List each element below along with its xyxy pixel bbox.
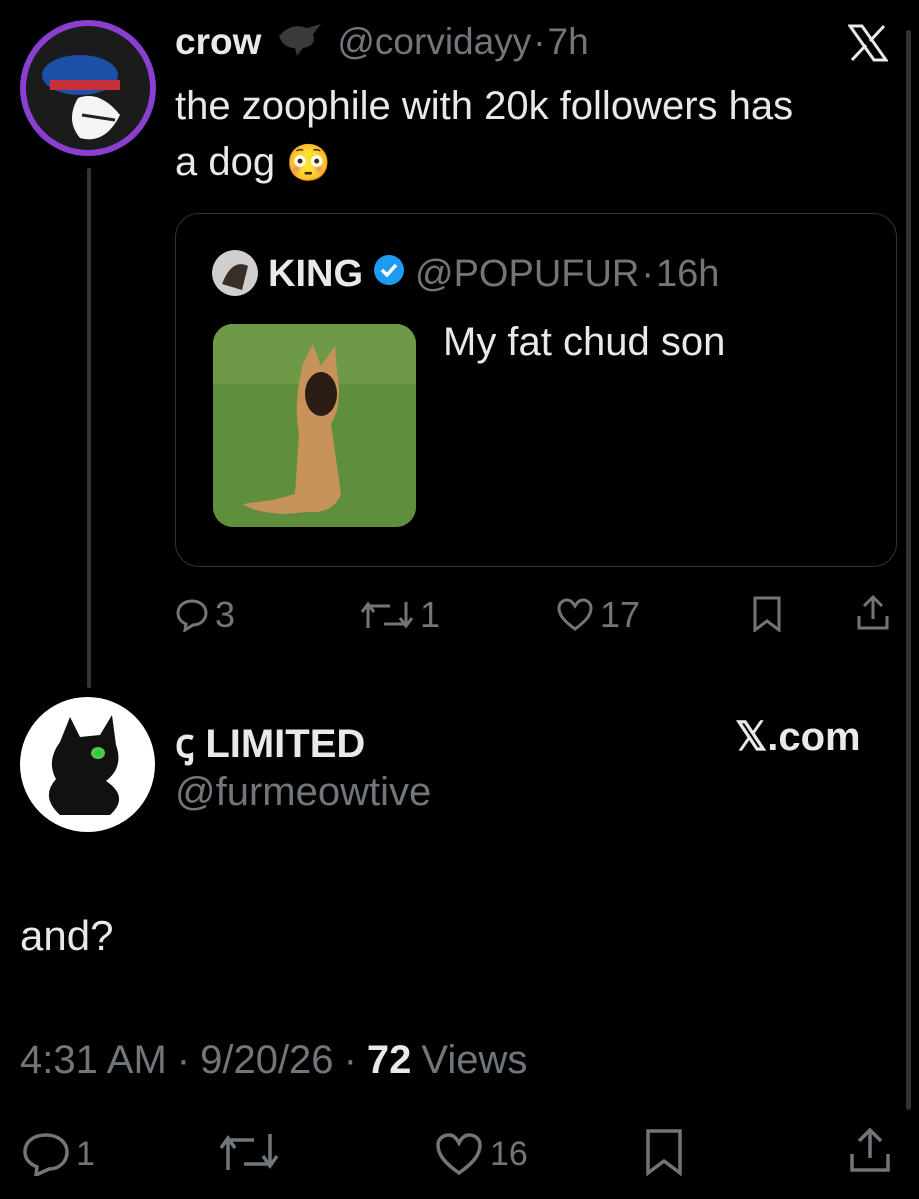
scrollbar[interactable] xyxy=(906,30,911,1110)
top-tweet-author-name[interactable]: crow xyxy=(175,21,261,63)
main-repost-button[interactable] xyxy=(218,1130,280,1179)
quote-sep: · xyxy=(641,252,655,295)
limited-avatar[interactable] xyxy=(20,697,155,832)
main-share-button[interactable] xyxy=(848,1126,892,1179)
share-icon xyxy=(857,594,889,630)
x-logo-icon[interactable] xyxy=(847,24,889,67)
tweet-date[interactable]: 9/20/26 xyxy=(200,1038,333,1083)
xcom-link[interactable]: 𝕏.com xyxy=(735,714,861,760)
top-tweet-text-line1: the zoophile with 20k followers has xyxy=(175,84,794,128)
top-tweet-text-line2: a dog 😳 xyxy=(175,140,332,184)
main-reply-button[interactable]: 1 xyxy=(22,1132,95,1176)
quote-author-name[interactable]: KING xyxy=(268,253,363,296)
top-tweet-header: crow @corvidayy · 7h xyxy=(175,20,589,64)
bookmark-button[interactable] xyxy=(752,596,782,637)
main-tweet-meta: 4:31 AM · 9/20/26 · 72 Views xyxy=(20,1038,528,1083)
main-bookmark-button[interactable] xyxy=(644,1128,684,1181)
heart-icon xyxy=(557,598,593,631)
main-like-button[interactable]: 16 xyxy=(434,1132,528,1176)
reply-icon xyxy=(176,599,208,632)
reply-count: 3 xyxy=(215,594,236,635)
top-tweet-handle[interactable]: @corvidayy xyxy=(337,21,531,63)
main-reply-count: 1 xyxy=(76,1134,95,1173)
tweet-time[interactable]: 4:31 AM xyxy=(20,1038,167,1083)
quote-time[interactable]: 16h xyxy=(656,253,719,296)
like-count: 17 xyxy=(600,594,641,635)
views-label: Views xyxy=(421,1038,528,1082)
quote-header: KING @POPUFUR · 16h xyxy=(268,252,719,296)
main-tweet-handle[interactable]: @furmeowtive xyxy=(175,770,431,815)
top-tweet-sep: · xyxy=(533,21,546,62)
reply-icon xyxy=(23,1133,69,1176)
top-tweet-text: the zoophile with 20k followers has a do… xyxy=(175,78,793,191)
reply-button[interactable]: 3 xyxy=(175,594,235,636)
share-button[interactable] xyxy=(856,594,890,637)
repost-button[interactable]: 1 xyxy=(360,594,440,636)
main-tweet-author-name[interactable]: ꞔ LIMITED xyxy=(175,714,365,769)
main-like-count: 16 xyxy=(490,1134,528,1173)
main-tweet-text: and? xyxy=(20,912,114,959)
bookmark-icon xyxy=(753,596,781,633)
crow-avatar[interactable] xyxy=(20,20,156,156)
quote-handle[interactable]: @POPUFUR xyxy=(415,253,639,296)
quote-text: My fat chud son xyxy=(443,320,726,364)
like-button[interactable]: 17 xyxy=(556,594,640,636)
top-tweet-time[interactable]: 7h xyxy=(548,21,589,63)
flushed-emoji: 😳 xyxy=(286,142,332,183)
views-count: 72 xyxy=(366,1038,412,1082)
quote-media-thumbnail[interactable] xyxy=(213,324,416,527)
repost-icon xyxy=(360,601,414,629)
bookmark-icon xyxy=(646,1129,682,1177)
verified-badge-icon xyxy=(373,253,405,296)
crow-icon xyxy=(273,18,325,67)
repost-icon xyxy=(219,1134,279,1170)
heart-icon xyxy=(436,1133,482,1176)
repost-count: 1 xyxy=(420,594,441,635)
king-avatar[interactable] xyxy=(212,250,258,296)
thread-line xyxy=(87,168,91,688)
share-icon xyxy=(850,1127,890,1172)
